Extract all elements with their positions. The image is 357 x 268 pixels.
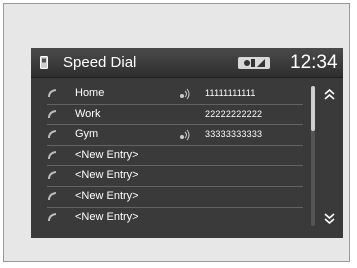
entry-name: Home — [75, 87, 105, 99]
voice-tag-icon — [180, 88, 190, 100]
scroll-down-icon[interactable] — [324, 213, 335, 224]
page-title: Speed Dial — [63, 54, 137, 71]
audio-screen: Speed Dial 12:34 Home 11111111111 Work 2… — [31, 48, 343, 238]
list-item[interactable]: <New Entry> — [47, 146, 303, 167]
handset-icon — [48, 191, 57, 201]
phone-icon — [40, 56, 48, 69]
list-item[interactable]: <New Entry> — [47, 187, 303, 208]
screen-header: Speed Dial 12:34 — [31, 48, 343, 78]
entry-number: 33333333333 — [205, 129, 263, 140]
list-item[interactable]: <New Entry> — [47, 208, 303, 229]
list-item[interactable]: Home 11111111111 — [47, 84, 303, 105]
voice-tag-icon — [180, 129, 190, 141]
handset-icon — [48, 89, 57, 98]
list-item[interactable]: <New Entry> — [47, 166, 303, 187]
scrollbar[interactable] — [311, 86, 315, 226]
entry-name: <New Entry> — [75, 189, 139, 202]
entry-name: <New Entry> — [75, 148, 139, 161]
entry-name: Gym — [75, 128, 99, 141]
entry-number: 22222222222 — [205, 108, 263, 119]
list-item[interactable]: Gym 33333333333 — [47, 125, 303, 146]
speed-dial-list: Home 11111111111 Work 22222222222 Gym 33… — [47, 84, 303, 228]
handset-icon — [48, 109, 57, 118]
scrollbar-thumb[interactable] — [311, 86, 315, 131]
entry-name: Work — [75, 107, 101, 120]
clock: 12:34 — [290, 52, 338, 73]
entry-name: <New Entry> — [75, 210, 139, 223]
handset-icon — [48, 150, 57, 159]
handset-icon — [48, 130, 57, 139]
entry-name: <New Entry> — [75, 169, 139, 182]
handset-icon — [48, 212, 57, 221]
list-item[interactable]: Work 22222222222 — [47, 105, 303, 126]
scroll-up-icon[interactable] — [324, 89, 335, 100]
entry-number: 11111111111 — [205, 88, 256, 98]
figure-frame: Speed Dial 12:34 Home 11111111111 Work 2… — [3, 3, 350, 262]
handset-icon — [48, 171, 57, 180]
phone-signal-icon — [238, 57, 270, 69]
